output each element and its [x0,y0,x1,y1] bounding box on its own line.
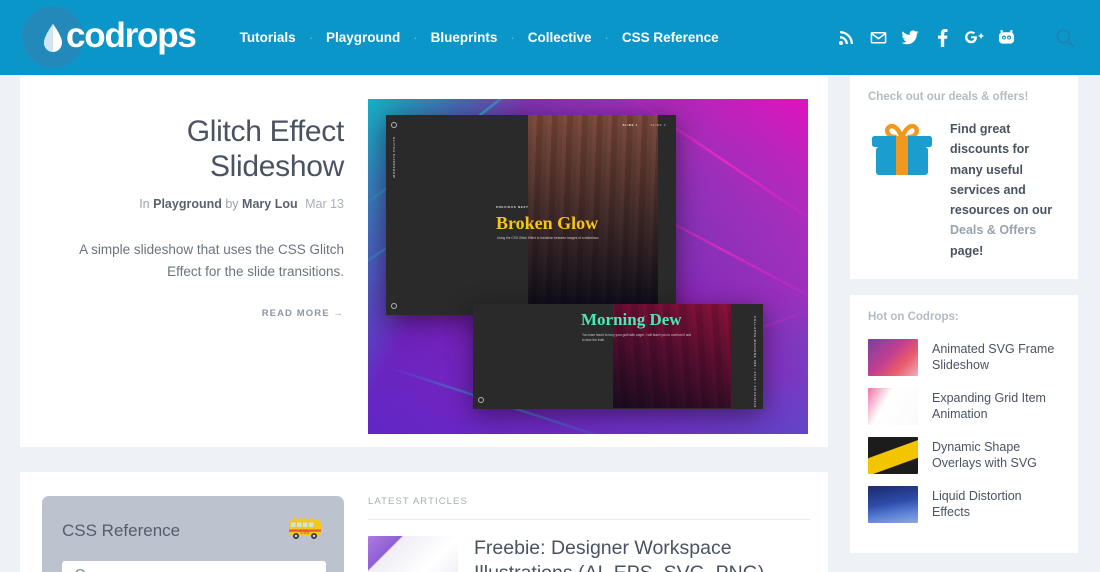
site-header: codrops Tutorials · Playground · Bluepri… [0,0,1100,75]
main-navigation: Tutorials · Playground · Blueprints · Co… [240,0,719,75]
nav-item-blueprints[interactable]: Blueprints [431,30,498,45]
nav-item-css-reference[interactable]: CSS Reference [622,30,719,45]
featured-title[interactable]: Glitch Effect Slideshow [48,115,345,184]
featured-image[interactable]: PREVIOUS NEXT Broken Glow Using the CSS … [368,99,808,434]
article-title[interactable]: Freebie: Designer Workspace Illustration… [474,536,810,572]
header-social-bar [830,0,1100,75]
list-item[interactable]: Expanding Grid Item Animation [868,387,1060,425]
nav-separator: · [604,30,609,45]
slide-home-dot [391,303,397,309]
school-bus-icon: CSS [286,514,326,547]
deals-offers-link[interactable]: Deals & Offers [950,223,1036,237]
meta-in-label: In [139,197,150,211]
slide-photo [528,115,658,305]
hot-item-label[interactable]: Animated SVG Frame Slideshow [932,341,1060,374]
rss-icon[interactable] [831,23,861,53]
latest-articles-label: LATEST ARTICLES [368,496,468,507]
deals-text: Find great discounts for many useful ser… [950,119,1060,261]
sidebar: Check out our deals & offers! Find great… [850,75,1078,572]
hot-thumbnail [868,436,918,474]
list-item[interactable]: Freebie: Designer Workspace Illustration… [368,536,810,572]
slide-next-label: NEXT [518,205,529,209]
css-reference-header: CSS Reference CSS [62,514,326,547]
deals-text-suffix: page! [950,243,984,258]
deals-widget-title: Check out our deals & offers! [868,91,1029,103]
css-reference-title: CSS Reference [62,520,181,540]
slide-title-broken-glow: Broken Glow [496,213,599,233]
list-item[interactable]: Animated SVG Frame Slideshow [868,338,1060,376]
main-column: Glitch Effect Slideshow In Playground by… [20,75,828,572]
hot-thumbnail [868,338,918,376]
search-icon[interactable] [1048,21,1082,55]
latest-articles-section: LATEST ARTICLES Freebie: Designer Worksp… [368,496,828,572]
latest-articles-divider [368,519,810,520]
nav-item-collective[interactable]: Collective [528,30,592,45]
nav-separator: · [413,30,418,45]
gift-icon [868,119,936,184]
slide-prev-label: PREVIOUS [496,205,517,209]
meta-by-label: by [225,197,239,211]
hot-thumbnail [868,387,918,425]
hot-on-codrops-widget: Hot on Codrops: Animated SVG Frame Slide… [850,294,1078,553]
featured-text-block: Glitch Effect Slideshow In Playground by… [20,99,368,321]
google-plus-icon[interactable] [959,23,989,53]
deals-text-prefix: Find great discounts for many useful ser… [950,122,1053,217]
slide-counter-a: SLIDE 1 [622,123,638,127]
list-item[interactable]: Dynamic Shape Overlays with SVG [868,436,1060,474]
site-logo[interactable]: codrops [22,0,197,75]
water-drop-icon [42,23,64,53]
css-reference-box: CSS Reference CSS [42,496,344,572]
hot-item-label[interactable]: Expanding Grid Item Animation [932,390,1060,423]
github-icon[interactable] [991,23,1021,53]
css-reference-search[interactable] [62,561,326,572]
meta-author-link[interactable]: Mary Lou [242,197,298,211]
slide-window-primary: PREVIOUS NEXT Broken Glow Using the CSS … [386,115,676,315]
deals-widget: Check out our deals & offers! Find great… [850,75,1078,279]
read-more-link[interactable]: READ MORE → [262,308,344,319]
nav-separator: · [510,30,515,45]
slide-menu-dot [391,122,397,128]
slide-subtitle-morning-dew: You have learnt to bury your guilt with … [582,333,692,342]
article-thumbnail [368,536,458,572]
slide-vertical-label-b: COLLAPSE MACHINE 088 / 2018 / 03/03/2018 [753,316,757,408]
nav-item-playground[interactable]: Playground [326,30,400,45]
hot-widget-title: Hot on Codrops: [868,310,959,323]
facebook-icon[interactable] [927,23,957,53]
css-reference-widget: CSS Reference CSS [20,496,368,572]
featured-meta: In Playground by Mary Lou Mar 13 [48,197,344,211]
slide-title-morning-dew: Morning Dew [581,310,682,329]
logo-wordmark: codrops [66,16,197,55]
meta-date: Mar 13 [305,197,344,211]
svg-text:CSS: CSS [300,530,309,535]
page-body: Glitch Effect Slideshow In Playground by… [0,75,1100,572]
slide-home-dot [478,397,484,403]
list-item[interactable]: Liquid Distortion Effects [868,485,1060,523]
nav-item-tutorials[interactable]: Tutorials [240,30,296,45]
meta-category-link[interactable]: Playground [153,197,222,211]
featured-article: Glitch Effect Slideshow In Playground by… [20,75,828,447]
twitter-icon[interactable] [895,23,925,53]
featured-excerpt: A simple slideshow that uses the CSS Gli… [79,242,344,279]
nav-separator: · [308,30,314,45]
hot-item-label[interactable]: Dynamic Shape Overlays with SVG [932,439,1060,472]
bottom-row: CSS Reference CSS e.g. mask-image LATEST… [20,472,828,572]
email-icon[interactable] [863,23,893,53]
slide-subtitle-broken-glow: Using the CSS Glitch Effect to transitio… [497,236,600,240]
search-icon [74,568,89,572]
slide-window-secondary: Morning Dew You have learnt to bury your… [473,304,763,409]
slide-vertical-label: GLITCH SLIDESHOW [392,137,396,179]
slide-counter-b: SLIDE 2 [650,123,666,127]
deals-row: Find great discounts for many useful ser… [868,119,1060,261]
hot-item-label[interactable]: Liquid Distortion Effects [932,488,1060,521]
hot-thumbnail [868,485,918,523]
